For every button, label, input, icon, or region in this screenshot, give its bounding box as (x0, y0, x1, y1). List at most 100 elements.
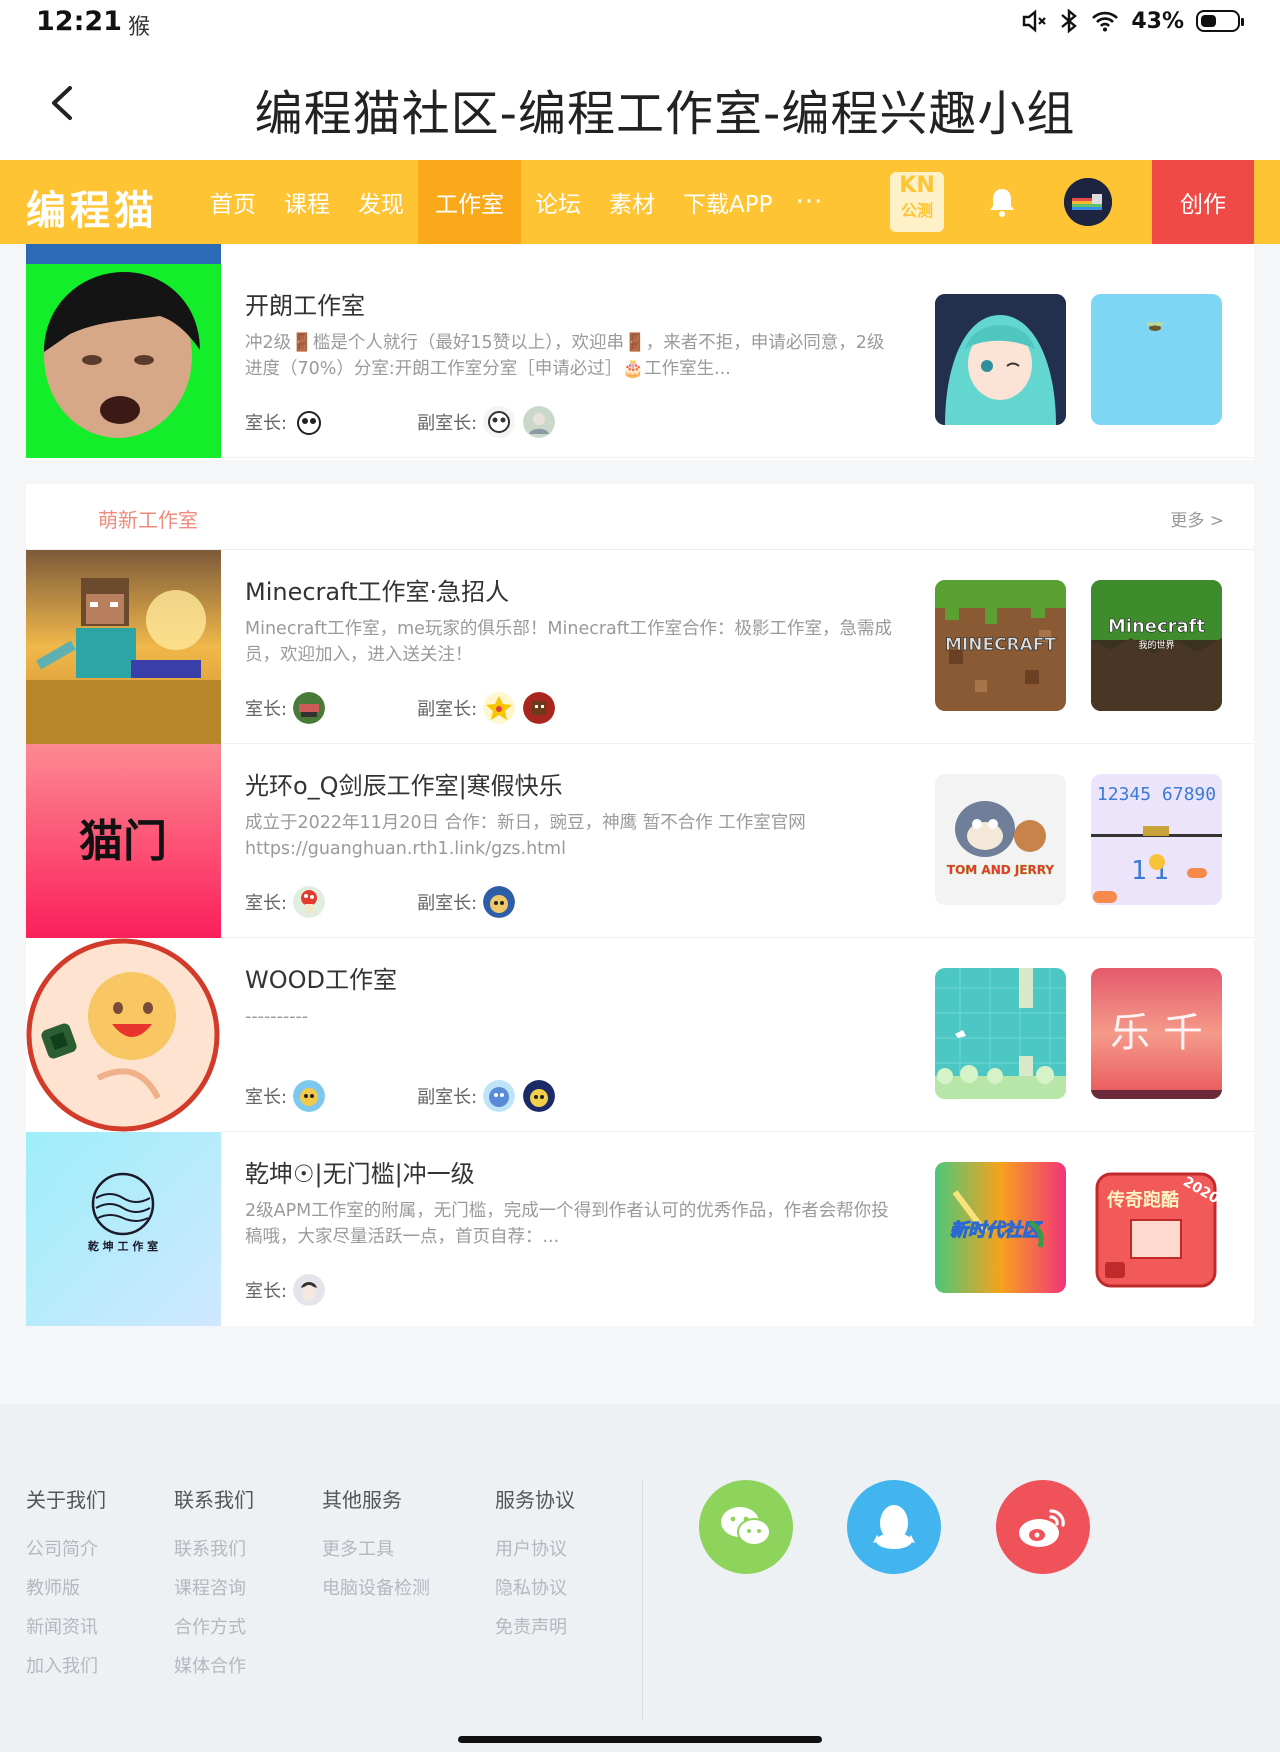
status-time: 12:21 (36, 6, 122, 37)
face-cover-image (26, 264, 221, 458)
studio-item[interactable]: WOOD工作室 ---------- 室长: 副室长: 乐 千 (26, 938, 1254, 1132)
status-bar: 12:21 猴 43% (0, 0, 1280, 46)
leader-avatar[interactable] (293, 1080, 326, 1112)
studio-work-thumbnail[interactable]: 乐 千 (1091, 968, 1222, 1099)
nav-item-studio[interactable]: 工作室 (418, 160, 521, 244)
studio-work-thumbnail[interactable]: 新时代社区 (935, 1162, 1066, 1293)
battery-percent: 43% (1131, 8, 1184, 34)
footer-link[interactable]: 教师版 (26, 1574, 106, 1613)
footer-link[interactable]: 公司简介 (26, 1535, 106, 1574)
studio-item[interactable]: 开朗工作室 冲2级🚪槛是个人就行（最好15赞以上），欢迎串🚪，来者不拒，申请必同… (26, 264, 1254, 458)
status-indicators: 43% (1021, 8, 1244, 34)
studio-work-thumbnail[interactable]: 12345 67890 1 1 (1091, 774, 1222, 905)
chevron-left-icon (52, 86, 72, 120)
vice-leader-avatar[interactable] (483, 886, 516, 918)
weibo-icon (1019, 1509, 1065, 1547)
qq-button[interactable] (847, 1480, 941, 1574)
vice-leader-avatar[interactable] (483, 692, 516, 724)
studio-work-thumbnail[interactable]: 传奇跑酷 2020 (1091, 1162, 1222, 1293)
nav-item-discover[interactable]: 发现 (344, 160, 418, 244)
site-logo[interactable]: 编程猫 (26, 178, 158, 236)
nav-more-button[interactable]: ··· (786, 160, 832, 244)
footer-link[interactable]: 免责声明 (495, 1613, 575, 1652)
studio-work-thumbnail[interactable] (1091, 294, 1222, 425)
nav-item-courses[interactable]: 课程 (270, 160, 344, 244)
studio-name[interactable]: 开朗工作室 (245, 286, 365, 321)
leader-avatar[interactable] (293, 692, 326, 724)
sunset-work-image: 乐 千 (1091, 968, 1222, 1099)
bell-icon[interactable] (984, 184, 1020, 220)
studio-item[interactable]: 乾 坤 工 作 室 乾坤☉|无门槛|冲一级 2级APM工作室的附属，无门槛，完成… (26, 1132, 1254, 1326)
home-indicator[interactable] (458, 1736, 822, 1743)
nav-item-materials[interactable]: 素材 (595, 160, 669, 244)
studio-work-thumbnail[interactable]: Minecraft 我的世界 (1091, 580, 1222, 711)
studio-cover (26, 264, 221, 458)
studio-work-thumbnail[interactable]: TOM AND JERRY (935, 774, 1066, 905)
user-avatar[interactable] (1064, 178, 1112, 226)
footer-divider (642, 1480, 643, 1720)
vice-leader-avatar[interactable] (523, 692, 556, 724)
more-link[interactable]: 更多 > (1170, 506, 1224, 531)
studio-description: 冲2级🚪槛是个人就行（最好15赞以上），欢迎串🚪，来者不拒，申请必同意，2级进度… (245, 333, 885, 379)
studio-work-thumbnail[interactable]: MINECRAFT (935, 580, 1066, 711)
footer-column-contact: 联系我们 联系我们 课程咨询 合作方式 媒体合作 (174, 1484, 254, 1691)
vice-leader-label: 副室长: (417, 699, 478, 720)
footer-link[interactable]: 电脑设备检测 (322, 1574, 430, 1613)
kn-badge-bottom: 公测 (900, 201, 933, 220)
work-subtitle: 我的世界 (1138, 639, 1174, 651)
create-button[interactable]: 创作 (1152, 160, 1254, 244)
studio-leaders: 室长: 副室长: (245, 690, 563, 726)
footer-link[interactable]: 隐私协议 (495, 1574, 575, 1613)
footer-link[interactable]: 合作方式 (174, 1613, 254, 1652)
maomen-cover-image: 猫门 (26, 744, 221, 938)
back-button[interactable] (36, 76, 90, 130)
studio-leaders: 室长: 副室长: (245, 1078, 563, 1114)
studio-leaders: 室长: (245, 1272, 333, 1308)
leader-avatar[interactable] (293, 406, 326, 438)
vice-leader-avatar[interactable] (523, 1080, 556, 1112)
footer-link[interactable]: 更多工具 (322, 1535, 430, 1574)
minecraft-dirt-work-image: MINECRAFT (935, 580, 1066, 711)
leader-label: 室长: (245, 699, 288, 720)
studio-name[interactable]: 光环o_Q剑辰工作室|寒假快乐 (245, 766, 563, 801)
studio-name[interactable]: 乾坤☉|无门槛|冲一级 (245, 1154, 475, 1189)
footer-link[interactable]: 用户协议 (495, 1535, 575, 1574)
nav-item-home[interactable]: 首页 (196, 160, 270, 244)
vice-leader-avatar[interactable] (483, 406, 516, 438)
nav-item-download-app[interactable]: 下载APP (669, 160, 786, 244)
weibo-button[interactable] (996, 1480, 1090, 1574)
footer-link[interactable]: 加入我们 (26, 1652, 106, 1691)
work-title: 乐 千 (1110, 1010, 1203, 1056)
footer-link[interactable]: 课程咨询 (174, 1574, 254, 1613)
leader-avatar[interactable] (293, 886, 326, 918)
wifi-icon (1092, 11, 1119, 32)
site-navbar: 编程猫 首页 课程 发现 工作室 论坛 素材 下载APP ··· KN 公测 创… (0, 160, 1280, 244)
kn-beta-badge[interactable]: KN 公测 (890, 172, 944, 232)
studio-work-thumbnail[interactable] (935, 294, 1066, 425)
leader-avatar[interactable] (293, 1274, 326, 1306)
section-title: 萌新工作室 (98, 508, 198, 532)
studio-name[interactable]: Minecraft工作室·急招人 (245, 572, 509, 607)
number-game-work-image: 12345 67890 1 1 (1091, 774, 1222, 905)
footer-link[interactable]: 联系我们 (174, 1535, 254, 1574)
leader-label: 室长: (245, 893, 288, 914)
work-title: 传奇跑酷 (1106, 1189, 1179, 1211)
studio-card-top: 开朗工作室 冲2级🚪槛是个人就行（最好15赞以上），欢迎串🚪，来者不拒，申请必同… (26, 244, 1254, 460)
work-title: Minecraft (1108, 616, 1206, 637)
studio-work-thumbnail[interactable] (935, 968, 1066, 1099)
nav-item-forum[interactable]: 论坛 (521, 160, 595, 244)
footer-link[interactable]: 新闻资讯 (26, 1613, 106, 1652)
footer-link[interactable]: 媒体合作 (174, 1652, 254, 1691)
studio-item[interactable]: Minecraft工作室·急招人 Minecraft工作室，me玩家的俱乐部！M… (26, 550, 1254, 744)
studio-name[interactable]: WOOD工作室 (245, 960, 397, 995)
studio-item[interactable]: 猫门 光环o_Q剑辰工作室|寒假快乐 成立于2022年11月20日 合作：新日，… (26, 744, 1254, 938)
footer-column-services: 其他服务 更多工具 电脑设备检测 (322, 1484, 430, 1613)
wechat-button[interactable] (699, 1480, 793, 1574)
fly-work-image (1091, 294, 1222, 425)
vice-leader-avatar[interactable] (523, 406, 556, 438)
vice-leader-avatar[interactable] (483, 1080, 516, 1112)
cover-text: 乾 坤 工 作 室 (88, 1239, 158, 1253)
studio-cover (26, 938, 221, 1132)
notification-app-icon: 猴 (128, 15, 151, 40)
page-title: 编程猫社区-编程工作室-编程兴趣小组 (254, 86, 1076, 142)
